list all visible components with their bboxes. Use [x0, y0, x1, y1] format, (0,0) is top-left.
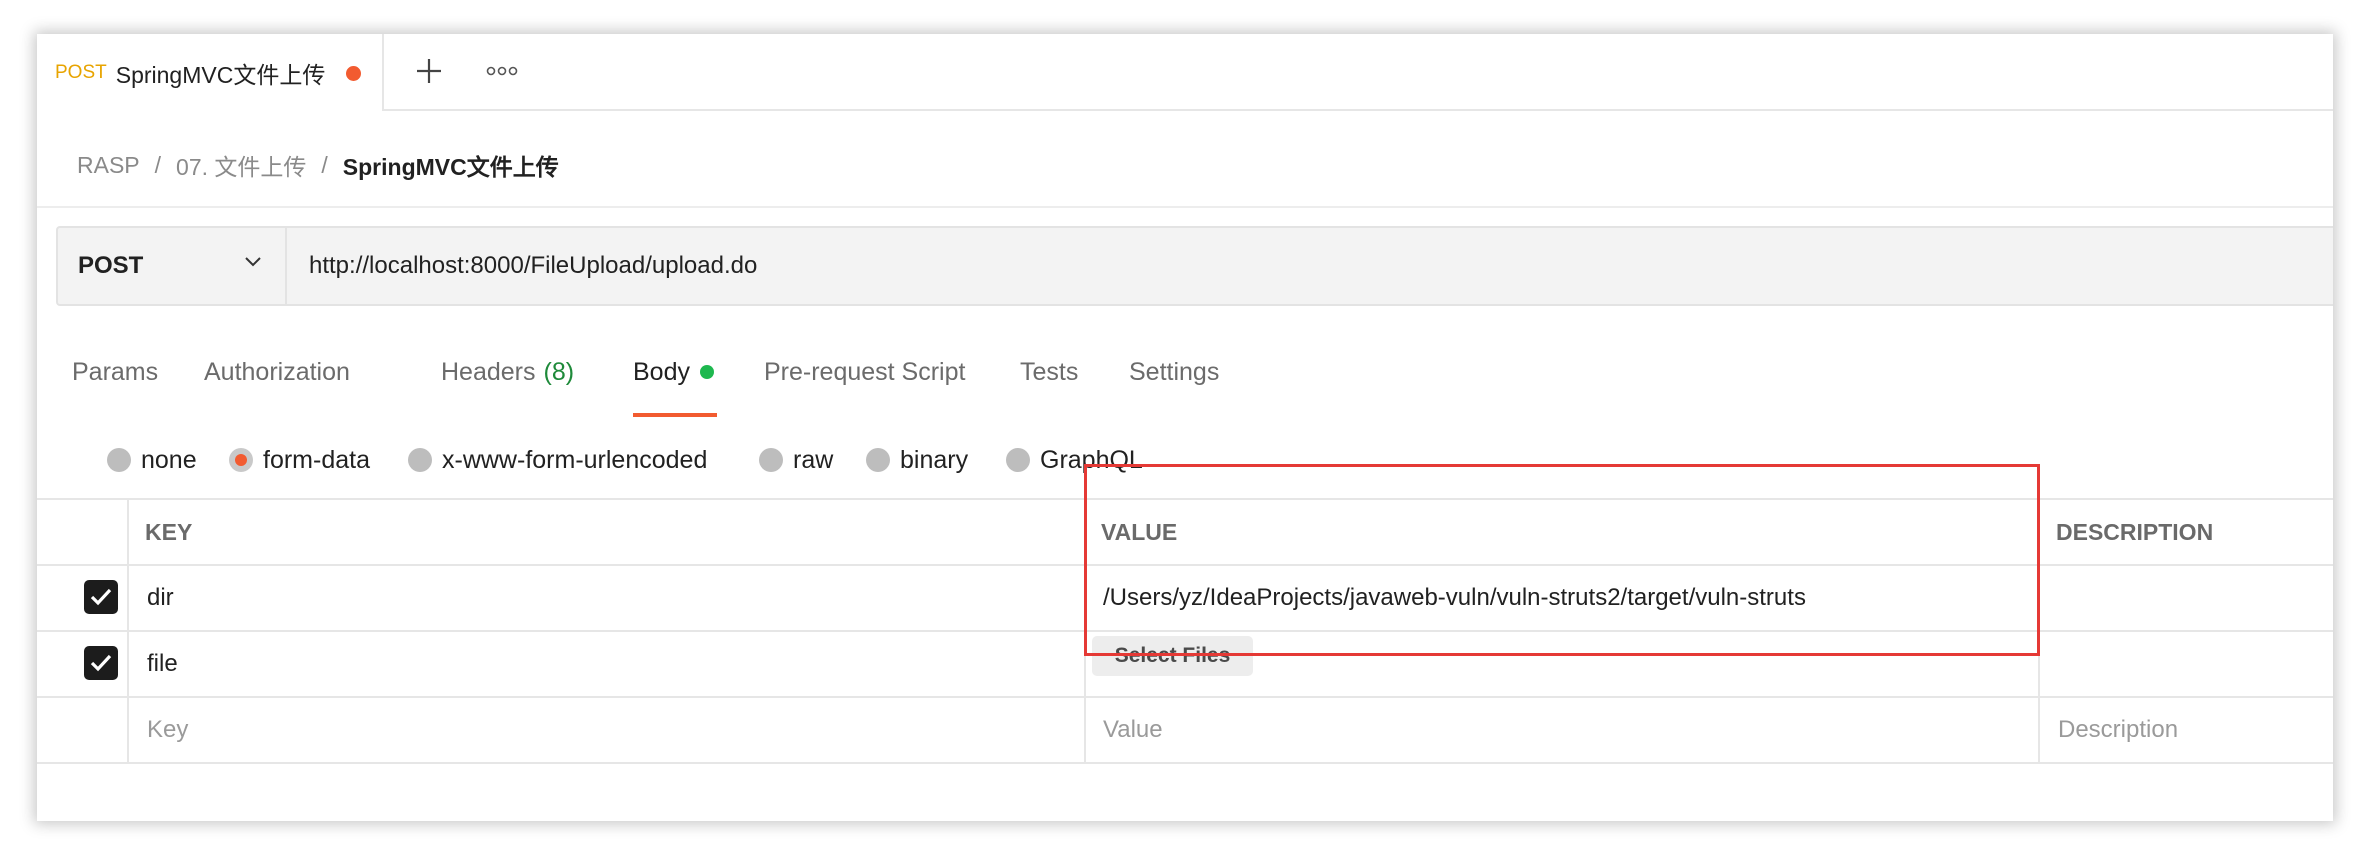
more-tabs-button[interactable] [477, 48, 527, 94]
table-border [37, 630, 2333, 632]
form-data-table: KEY VALUE DESCRIPTION dir /Users/yz/Idea… [37, 498, 2333, 766]
tab-label: Pre-request Script [764, 357, 966, 386]
radio-x-www-form-urlencoded[interactable]: x-www-form-urlencoded [408, 440, 707, 480]
tab-pre-request-script[interactable]: Pre-request Script [764, 352, 965, 392]
new-description-input[interactable]: Description [2058, 698, 2178, 762]
new-key-input[interactable]: Key [147, 698, 188, 762]
table-border [1084, 498, 1086, 764]
breadcrumb-separator: / [321, 151, 328, 178]
url-input[interactable]: http://localhost:8000/FileUpload/upload.… [287, 228, 2333, 304]
radio-raw[interactable]: raw [759, 440, 833, 480]
new-value-input[interactable]: Value [1103, 698, 1163, 762]
row-key[interactable]: file [147, 632, 178, 696]
radio-circle-icon [1006, 448, 1030, 472]
radio-label: binary [900, 445, 969, 474]
request-tab[interactable]: POST SpringMVC文件上传 [37, 34, 384, 111]
active-tab-underline [633, 413, 717, 417]
column-header-description: DESCRIPTION [2056, 518, 2214, 545]
tab-bar: POST SpringMVC文件上传 [37, 34, 2333, 111]
body-status-dot-icon [699, 365, 714, 379]
radio-selected-icon [229, 448, 253, 472]
tab-body[interactable]: Body [633, 352, 714, 392]
method-label: POST [78, 252, 144, 279]
radio-label: form-data [263, 445, 370, 474]
tab-label: Tests [1020, 357, 1079, 386]
tab-name: SpringMVC文件上传 [115, 61, 326, 88]
row-checkbox[interactable] [84, 580, 118, 614]
table-border [37, 498, 2333, 500]
column-header-key: KEY [145, 518, 193, 545]
row-key[interactable]: dir [147, 566, 174, 630]
table-border [2038, 498, 2040, 764]
divider [37, 206, 2333, 208]
row-value[interactable]: /Users/yz/IdeaProjects/javaweb-vuln/vuln… [1103, 566, 1806, 630]
tab-label: Body [633, 357, 690, 386]
row-checkbox[interactable] [84, 646, 118, 680]
radio-circle-icon [866, 448, 890, 472]
radio-circle-icon [759, 448, 783, 472]
radio-circle-icon [107, 448, 131, 472]
breadcrumb-separator: / [154, 151, 162, 178]
radio-form-data[interactable]: form-data [229, 440, 370, 480]
tab-tests[interactable]: Tests [1020, 352, 1078, 392]
breadcrumb: RASP / 07. 文件上传 / SpringMVC文件上传 [77, 144, 559, 186]
tab-authorization[interactable]: Authorization [204, 352, 350, 392]
tab-label: Authorization [204, 357, 350, 386]
postman-window: POST SpringMVC文件上传 RASP / 07. 文件上传 / Spr… [37, 34, 2333, 821]
breadcrumb-current[interactable]: SpringMVC文件上传 [343, 148, 559, 182]
radio-label: x-www-form-urlencoded [442, 445, 708, 474]
unsaved-dot-icon [346, 66, 361, 81]
radio-label: raw [793, 445, 834, 474]
radio-none[interactable]: none [107, 440, 197, 480]
tab-params[interactable]: Params [72, 352, 158, 392]
radio-circle-icon [408, 448, 432, 472]
radio-label: GraphQL [1040, 445, 1143, 474]
tab-label: Params [72, 357, 159, 386]
headers-count: (8) [543, 357, 575, 386]
radio-label: none [141, 445, 197, 474]
url-bar: POST http://localhost:8000/FileUpload/up… [56, 226, 2333, 306]
new-tab-button[interactable] [407, 48, 451, 94]
check-icon [90, 588, 112, 606]
select-files-button[interactable]: Select Files [1092, 636, 1253, 676]
more-icon [486, 66, 518, 76]
tab-settings[interactable]: Settings [1129, 352, 1219, 392]
radio-binary[interactable]: binary [866, 440, 968, 480]
check-icon [90, 654, 112, 672]
plus-icon [417, 59, 441, 83]
radio-graphql[interactable]: GraphQL [1006, 440, 1143, 480]
tab-label: Settings [1129, 357, 1220, 386]
tab-method: POST [55, 61, 107, 83]
table-border [37, 762, 2333, 764]
column-header-value: VALUE [1101, 518, 1178, 545]
chevron-down-icon [245, 257, 261, 267]
tab-label: Headers [441, 357, 536, 386]
table-border [37, 696, 2333, 698]
breadcrumb-workspace[interactable]: RASP [77, 152, 140, 179]
method-select[interactable]: POST [58, 228, 287, 304]
tab-headers[interactable]: Headers (8) [441, 352, 574, 392]
table-border [127, 498, 129, 764]
breadcrumb-folder[interactable]: 07. 文件上传 [176, 148, 306, 182]
